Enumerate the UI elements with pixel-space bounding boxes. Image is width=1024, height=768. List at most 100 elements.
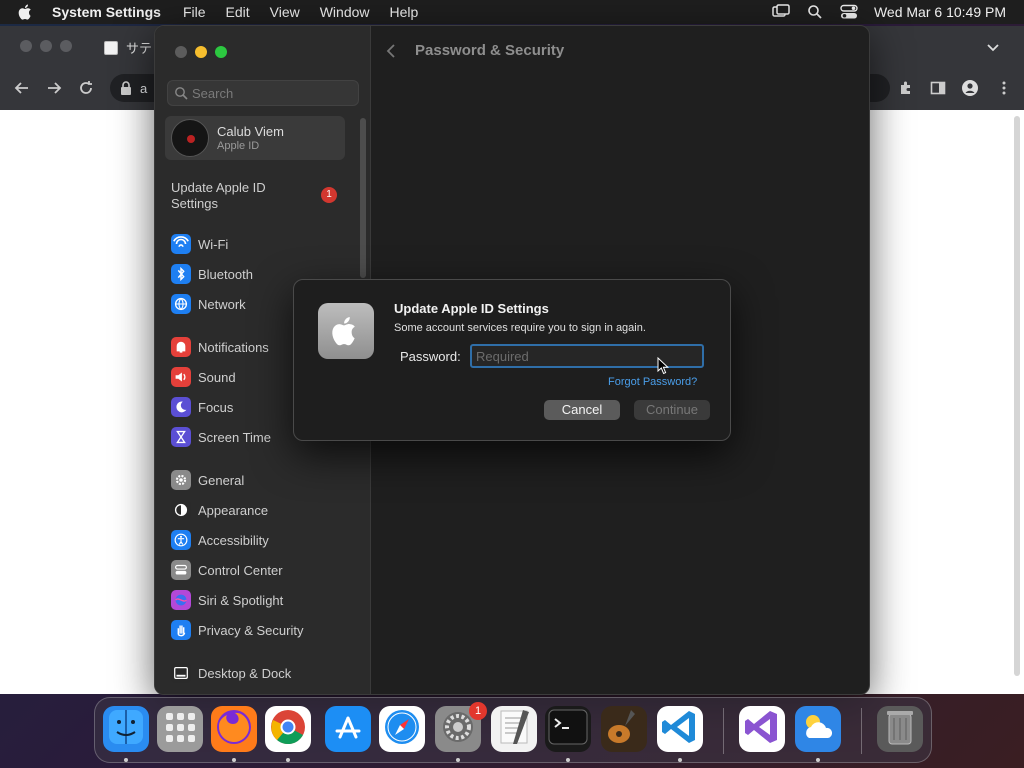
sidebar-item-general[interactable]: General (171, 469, 244, 491)
hourglass-icon (171, 427, 191, 447)
wifi-icon (171, 234, 191, 254)
active-app-name[interactable]: System Settings (52, 4, 161, 20)
chrome-icon (265, 704, 311, 755)
sidebar-item-notifications[interactable]: Notifications (171, 336, 269, 358)
dock-separator (861, 708, 862, 754)
apple-logo-icon (318, 303, 374, 359)
search-input[interactable] (192, 84, 352, 102)
terminal-icon (545, 704, 591, 755)
dock-app-visual-studio[interactable] (739, 706, 785, 752)
sidebar-item-label: Network (198, 296, 246, 312)
screen-mirroring-icon[interactable] (772, 4, 790, 20)
cancel-button[interactable]: Cancel (544, 400, 620, 420)
menu-window[interactable]: Window (320, 4, 370, 20)
browser-close-button[interactable] (20, 40, 32, 52)
sidebar-item-network[interactable]: Network (171, 293, 246, 315)
sidebar-item-label: Control Center (198, 562, 283, 578)
sidebar-item-update-apple-id[interactable]: Update Apple ID Settings (171, 180, 291, 212)
bell-icon (171, 337, 191, 357)
more-menu-icon[interactable] (996, 80, 1012, 96)
dialog-title: Update Apple ID Settings (394, 301, 549, 316)
dock-app-chrome[interactable] (265, 706, 311, 752)
dock-app-safari[interactable] (379, 706, 425, 752)
dock-app-launchpad[interactable] (157, 706, 203, 752)
dock-badge: 1 (469, 702, 487, 720)
siri-icon (171, 590, 191, 610)
menu-file[interactable]: File (183, 4, 206, 20)
bluetooth-icon (171, 264, 191, 284)
dock-running-indicator (566, 758, 570, 762)
forward-arrow-icon[interactable] (46, 80, 62, 96)
sidebar-item-label: Wi-Fi (198, 236, 229, 252)
sidebar-item-appearance[interactable]: Appearance (171, 499, 268, 521)
sidebar-item-bluetooth[interactable]: Bluetooth (171, 263, 253, 285)
vscode-icon (657, 704, 703, 755)
address-text: a (140, 81, 148, 96)
account-subtitle: Apple ID (217, 140, 260, 152)
sidebar-item-label: Focus (198, 399, 234, 415)
mouse-pointer-icon (657, 357, 669, 375)
profile-icon[interactable] (962, 80, 978, 96)
apple-menu-icon[interactable] (18, 4, 34, 20)
side-panel-icon[interactable] (930, 80, 946, 96)
dock-app-trash[interactable] (877, 706, 923, 752)
window-zoom-button[interactable] (215, 46, 227, 58)
dock-app-firefox[interactable] (211, 706, 257, 752)
menu-view[interactable]: View (270, 4, 300, 20)
spotlight-search-icon[interactable] (806, 4, 824, 20)
dock-app-weather[interactable] (795, 706, 841, 752)
update-badge: 1 (321, 187, 337, 203)
window-close-button[interactable] (175, 46, 187, 58)
continue-button[interactable]: Continue (634, 400, 710, 420)
menu-help[interactable]: Help (390, 4, 419, 20)
dock-app-app-store[interactable] (325, 706, 371, 752)
accessibility-icon (171, 530, 191, 550)
sidebar-item-screen-time[interactable]: Screen Time (171, 426, 271, 448)
menu-bar: System Settings File Edit View Window He… (0, 0, 1024, 24)
sidebar-item-desktop-dock[interactable]: Desktop & Dock (171, 662, 291, 684)
control-center-menu-icon[interactable] (840, 4, 858, 20)
globe-icon (171, 294, 191, 314)
dock: 1 (94, 697, 932, 763)
window-minimize-button[interactable] (195, 46, 207, 58)
sidebar-item-label: Appearance (198, 502, 269, 518)
browser-scrollbar[interactable] (1014, 116, 1020, 676)
browser-tab[interactable]: サテ (104, 38, 152, 57)
chevron-down-icon[interactable] (986, 40, 1000, 54)
sidebar-item-accessibility[interactable]: Accessibility (171, 529, 269, 551)
sidebar-item-privacy-security[interactable]: Privacy & Security (171, 619, 303, 641)
back-chevron-icon[interactable] (385, 43, 397, 58)
forgot-password-link[interactable]: Forgot Password? (608, 376, 697, 388)
reload-icon[interactable] (78, 80, 94, 96)
menu-bar-clock[interactable]: Wed Mar 6 10:49 PM (874, 4, 1006, 20)
dock-separator (723, 708, 724, 754)
dock-running-indicator (678, 758, 682, 762)
dock-app-finder[interactable] (103, 706, 149, 752)
dock-app-terminal[interactable] (545, 706, 591, 752)
hand-icon (171, 620, 191, 640)
dock-app-textedit[interactable] (491, 706, 537, 752)
apple-id-account[interactable]: Calub Viem Apple ID (165, 116, 345, 160)
account-name: Calub Viem (217, 124, 284, 139)
sidebar-item-sound[interactable]: Sound (171, 366, 236, 388)
back-arrow-icon[interactable] (14, 80, 30, 96)
sidebar-item-siri-spotlight[interactable]: Siri & Spotlight (171, 589, 283, 611)
weather-icon (795, 704, 841, 755)
menu-edit[interactable]: Edit (226, 4, 250, 20)
dock-running-indicator (124, 758, 128, 762)
dock-app-vscode[interactable] (657, 706, 703, 752)
dock-app-garageband[interactable] (601, 706, 647, 752)
sidebar-item-wifi[interactable]: Wi-Fi (171, 233, 228, 255)
sidebar-item-control-center[interactable]: Control Center (171, 559, 283, 581)
lock-icon (121, 81, 131, 95)
settings-search[interactable] (167, 80, 359, 106)
sidebar-item-focus[interactable]: Focus (171, 396, 233, 418)
dock-running-indicator (286, 758, 290, 762)
sidebar-item-label: Screen Time (198, 429, 271, 445)
browser-minimize-button[interactable] (40, 40, 52, 52)
browser-zoom-button[interactable] (60, 40, 72, 52)
sidebar-scrollbar[interactable] (360, 118, 366, 278)
sidebar-item-label: Accessibility (198, 532, 269, 548)
dock-running-indicator (816, 758, 820, 762)
extensions-icon[interactable] (898, 80, 914, 96)
